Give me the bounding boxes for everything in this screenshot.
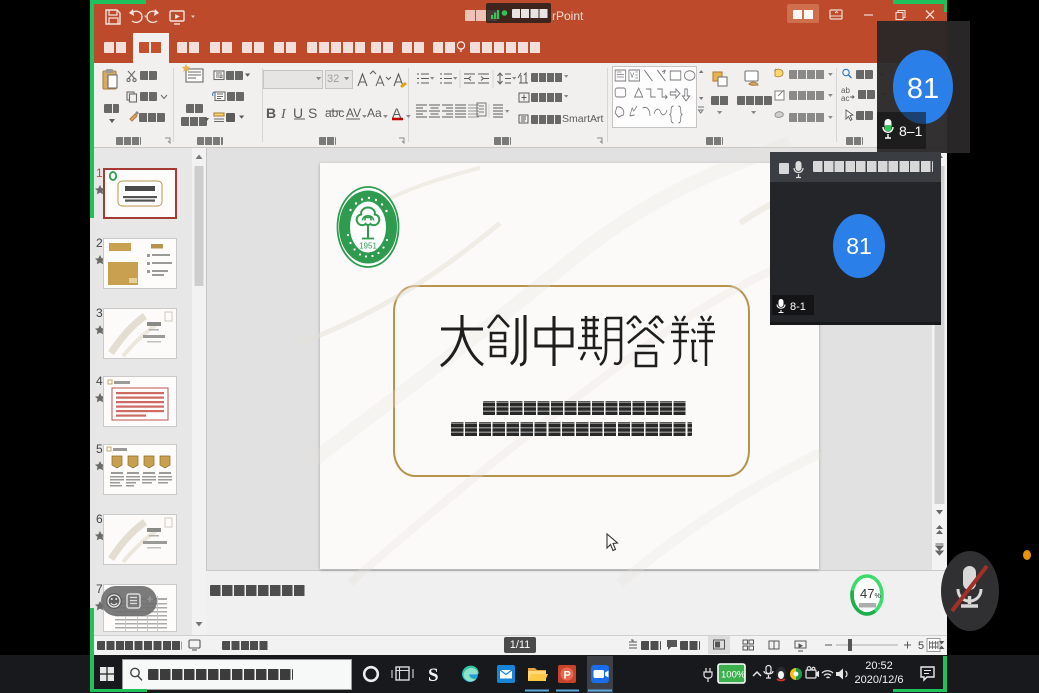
svg-text:8–1: 8–1 [899, 123, 923, 139]
svg-text:8-1: 8-1 [790, 301, 806, 313]
svg-text:100%: 100% [721, 670, 746, 681]
svg-text:81: 81 [907, 73, 939, 105]
svg-text:S: S [428, 665, 439, 686]
svg-text:81: 81 [846, 233, 872, 259]
svg-text:P: P [564, 670, 571, 682]
